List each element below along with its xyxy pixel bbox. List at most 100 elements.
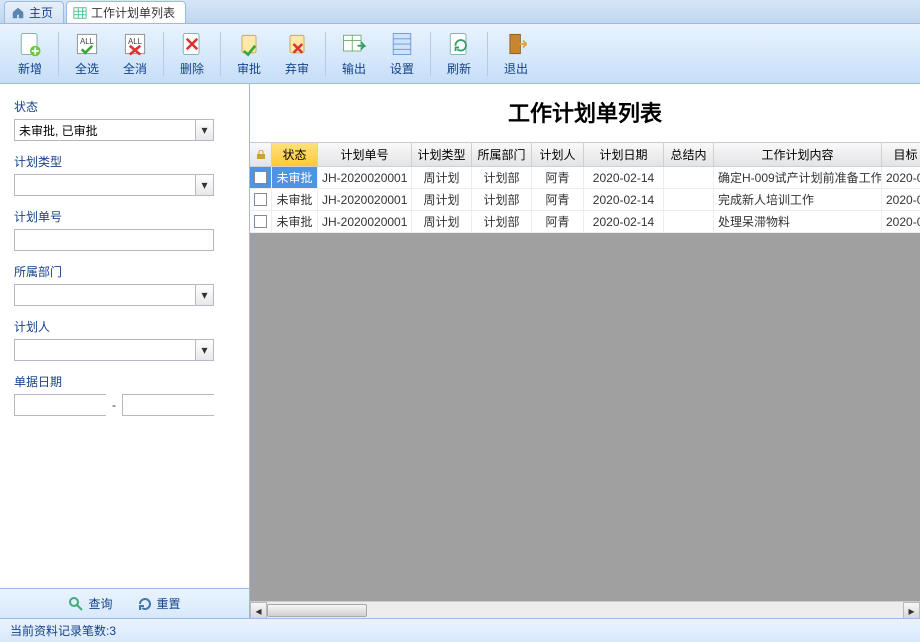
data-grid: 状态 计划单号 计划类型 所属部门 计划人 计划日期 总结内 工作计划内容 目标… xyxy=(250,142,920,618)
separator xyxy=(430,32,431,76)
toolbar-label: 输出 xyxy=(342,60,366,77)
planno-input[interactable] xyxy=(15,230,213,250)
plantype-combo[interactable]: ▾ xyxy=(14,174,214,196)
col-dept[interactable]: 所属部门 xyxy=(472,143,532,166)
cell-date: 2020-02-14 xyxy=(584,167,664,188)
tab-label: 主页 xyxy=(29,4,53,21)
cell-summary xyxy=(664,211,714,232)
col-planner[interactable]: 计划人 xyxy=(532,143,584,166)
col-summary[interactable]: 总结内 xyxy=(664,143,714,166)
toolbar: 新增 ALL 全选 ALL 全消 删除 审批 弃审 输出 设置 刷新 退出 xyxy=(0,24,920,84)
toolbar-label: 新增 xyxy=(18,60,42,77)
col-checkbox[interactable] xyxy=(250,143,272,166)
toolbar-label: 弃审 xyxy=(285,60,309,77)
plantype-input[interactable] xyxy=(15,175,195,195)
grid-header: 状态 计划单号 计划类型 所属部门 计划人 计划日期 总结内 工作计划内容 目标 xyxy=(250,143,920,167)
table-row[interactable]: 未审批JH-2020020001周计划计划部阿青2020-02-14处理呆滞物料… xyxy=(250,211,920,233)
status-label: 状态 xyxy=(14,98,235,115)
dropdown-icon[interactable]: ▾ xyxy=(195,285,213,305)
sidebar-footer: 查询 重置 xyxy=(0,588,249,618)
cell-status: 未审批 xyxy=(272,211,318,232)
date-to-input[interactable] xyxy=(123,395,249,415)
cell-target: 2020-0 xyxy=(882,211,920,232)
planner-combo[interactable]: ▾ xyxy=(14,339,214,361)
approve-button[interactable]: 审批 xyxy=(225,26,273,82)
svg-text:ALL: ALL xyxy=(80,37,95,46)
tab-home[interactable]: 主页 xyxy=(4,1,64,23)
cell-planner: 阿青 xyxy=(532,211,584,232)
separator xyxy=(163,32,164,76)
scroll-thumb[interactable] xyxy=(267,604,367,617)
col-date[interactable]: 计划日期 xyxy=(584,143,664,166)
refresh-button[interactable]: 刷新 xyxy=(435,26,483,82)
new-button[interactable]: 新增 xyxy=(6,26,54,82)
cell-planner: 阿青 xyxy=(532,167,584,188)
row-checkbox[interactable] xyxy=(250,189,272,210)
select-all-button[interactable]: ALL 全选 xyxy=(63,26,111,82)
tab-workplan-list[interactable]: 工作计划单列表 xyxy=(66,1,186,23)
table-row[interactable]: 未审批JH-2020020001周计划计划部阿青2020-02-14确定H-00… xyxy=(250,167,920,189)
cell-plantype: 周计划 xyxy=(412,211,472,232)
reset-label: 重置 xyxy=(157,595,181,612)
col-target[interactable]: 目标 xyxy=(882,143,920,166)
cell-planner: 阿青 xyxy=(532,189,584,210)
query-button[interactable]: 查询 xyxy=(68,595,112,612)
dept-label: 所属部门 xyxy=(14,263,235,280)
home-icon xyxy=(11,6,25,20)
cell-content: 完成新人培训工作 xyxy=(714,189,882,210)
settings-button[interactable]: 设置 xyxy=(378,26,426,82)
cell-target: 2020-0 xyxy=(882,167,920,188)
dept-input[interactable] xyxy=(15,285,195,305)
col-content[interactable]: 工作计划内容 xyxy=(714,143,882,166)
col-plantype[interactable]: 计划类型 xyxy=(412,143,472,166)
planno-input-wrap[interactable] xyxy=(14,229,214,251)
toolbar-label: 刷新 xyxy=(447,60,471,77)
deselect-all-button[interactable]: ALL 全消 xyxy=(111,26,159,82)
date-from-combo[interactable]: ▾ xyxy=(14,394,106,416)
status-input[interactable] xyxy=(15,120,195,140)
export-icon xyxy=(340,30,368,58)
cell-content: 处理呆滞物料 xyxy=(714,211,882,232)
scroll-left-icon[interactable]: ◂ xyxy=(250,602,267,618)
deselect-all-icon: ALL xyxy=(121,30,149,58)
dropdown-icon[interactable]: ▾ xyxy=(195,175,213,195)
scroll-right-icon[interactable]: ▸ xyxy=(903,602,920,618)
dept-combo[interactable]: ▾ xyxy=(14,284,214,306)
exit-button[interactable]: 退出 xyxy=(492,26,540,82)
dropdown-icon[interactable]: ▾ xyxy=(195,120,213,140)
cell-status: 未审批 xyxy=(272,189,318,210)
horizontal-scrollbar[interactable]: ◂ ▸ xyxy=(250,601,920,618)
col-status[interactable]: 状态 xyxy=(272,143,318,166)
table-row[interactable]: 未审批JH-2020020001周计划计划部阿青2020-02-14完成新人培训… xyxy=(250,189,920,211)
new-icon xyxy=(16,30,44,58)
cell-status: 未审批 xyxy=(272,167,318,188)
status-combo[interactable]: ▾ xyxy=(14,119,214,141)
date-separator: - xyxy=(112,398,116,412)
query-label: 查询 xyxy=(88,595,112,612)
exit-icon xyxy=(502,30,530,58)
toolbar-label: 设置 xyxy=(390,60,414,77)
separator xyxy=(58,32,59,76)
toolbar-label: 删除 xyxy=(180,60,204,77)
dropdown-icon[interactable]: ▾ xyxy=(195,340,213,360)
reject-button[interactable]: 弃审 xyxy=(273,26,321,82)
planner-label: 计划人 xyxy=(14,318,235,335)
svg-text:ALL: ALL xyxy=(128,37,143,46)
export-button[interactable]: 输出 xyxy=(330,26,378,82)
date-label: 单据日期 xyxy=(14,373,235,390)
tab-label: 工作计划单列表 xyxy=(91,4,175,21)
toolbar-label: 审批 xyxy=(237,60,261,77)
filter-sidebar: 状态 ▾ 计划类型 ▾ 计划单号 所属部门 xyxy=(0,84,250,618)
date-to-combo[interactable]: ▾ xyxy=(122,394,214,416)
cell-summary xyxy=(664,167,714,188)
planner-input[interactable] xyxy=(15,340,195,360)
reset-icon xyxy=(137,596,153,612)
col-planno[interactable]: 计划单号 xyxy=(318,143,412,166)
reset-button[interactable]: 重置 xyxy=(137,595,181,612)
cell-dept: 计划部 xyxy=(472,211,532,232)
cell-summary xyxy=(664,189,714,210)
cell-planno: JH-2020020001 xyxy=(318,211,412,232)
row-checkbox[interactable] xyxy=(250,167,272,188)
delete-button[interactable]: 删除 xyxy=(168,26,216,82)
row-checkbox[interactable] xyxy=(250,211,272,232)
